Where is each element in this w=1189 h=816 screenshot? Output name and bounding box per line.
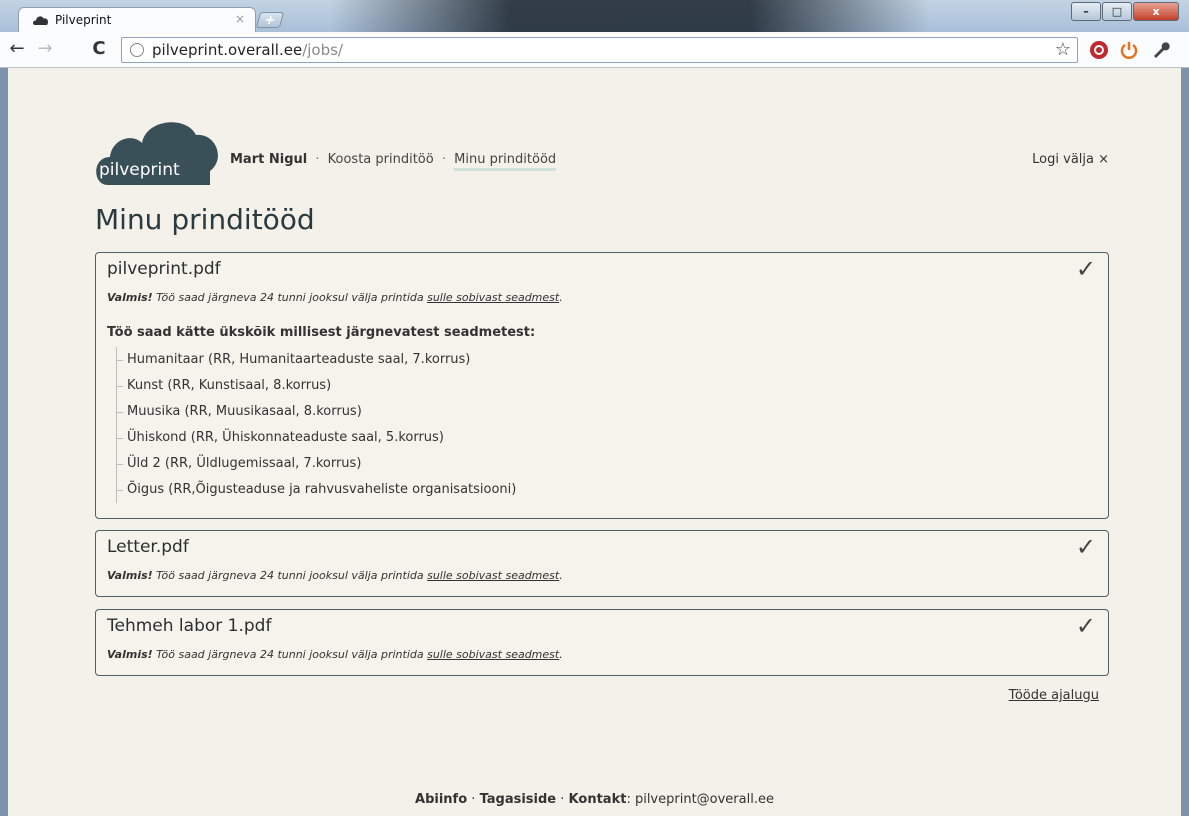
globe-icon — [130, 43, 144, 57]
status-ready: Valmis! — [107, 648, 153, 661]
url-host: pilveprint.overall.ee — [152, 41, 303, 59]
new-tab-button[interactable]: + — [255, 12, 285, 28]
nav-separator: · — [315, 152, 320, 167]
footer: Abiinfo · Tagasiside · Kontakt: pilvepri… — [415, 792, 774, 807]
job-card: Tehmeh labor 1.pdf ✓ Valmis! Töö saad jä… — [95, 609, 1109, 676]
cloud-icon — [33, 16, 49, 25]
device-list: Humanitaar (RR, Humanitaarteaduste saal,… — [116, 347, 516, 503]
status-ready: Valmis! — [107, 569, 153, 582]
status-text: Töö saad järgneva 24 tunni jooksul välja… — [156, 291, 424, 304]
status-ready: Valmis! — [107, 291, 153, 304]
job-card: Letter.pdf ✓ Valmis! Töö saad järgneva 2… — [95, 530, 1109, 597]
page-title: Minu prinditööd — [95, 203, 315, 236]
tab-close-icon[interactable]: × — [235, 12, 245, 26]
logo-text: pilveprint — [99, 160, 180, 180]
check-icon: ✓ — [1075, 612, 1096, 640]
device-item: Muusika (RR, Muusikasaal, 8.korrus) — [117, 399, 516, 425]
job-name: Tehmeh labor 1.pdf — [107, 616, 272, 636]
footer-help-link[interactable]: Abiinfo — [415, 792, 467, 807]
devices-title: Töö saad kätte ükskõik millisest järgnev… — [107, 325, 536, 340]
job-name: pilveprint.pdf — [107, 259, 221, 279]
job-status: Valmis! Töö saad järgneva 24 tunni jooks… — [107, 291, 563, 304]
check-icon: ✓ — [1075, 255, 1096, 283]
device-item: Humanitaar (RR, Humanitaarteaduste saal,… — [117, 347, 516, 373]
device-item: Kunst (RR, Kunstisaal, 8.korrus) — [117, 373, 516, 399]
status-end: . — [559, 291, 563, 304]
logout-link[interactable]: Logi välja × — [1032, 152, 1109, 167]
status-end: . — [559, 648, 563, 661]
maximize-button[interactable]: □ — [1102, 2, 1132, 21]
bookmark-star-icon[interactable]: ☆ — [1055, 39, 1071, 60]
device-item: Ühiskond (RR, Ühiskonnateaduste saal, 5.… — [117, 425, 516, 451]
suitable-device-link[interactable]: sulle sobivast seadmest — [427, 569, 559, 582]
page-viewport: pilveprint Mart Nigul · Koosta prinditöö… — [8, 68, 1181, 816]
back-icon[interactable]: ← — [6, 38, 28, 60]
nav-my-jobs[interactable]: Minu prinditööd — [454, 152, 557, 171]
footer-contact-label: Kontakt — [568, 792, 627, 807]
status-end: . — [559, 569, 563, 582]
job-status: Valmis! Töö saad järgneva 24 tunni jooks… — [107, 569, 563, 582]
job-status: Valmis! Töö saad järgneva 24 tunni jooks… — [107, 648, 563, 661]
device-item: Õigus (RR,Õigusteaduse ja rahvusvahelist… — [117, 477, 516, 503]
window-frame-right — [1181, 68, 1189, 816]
url-path: /jobs/ — [302, 41, 343, 59]
nav-create-job[interactable]: Koosta prinditöö — [328, 152, 434, 167]
job-name: Letter.pdf — [107, 537, 189, 557]
power-icon[interactable] — [1118, 39, 1140, 61]
status-text: Töö saad järgneva 24 tunni jooksul välja… — [156, 569, 424, 582]
footer-contact-email[interactable]: pilveprint@overall.ee — [635, 792, 774, 807]
check-icon: ✓ — [1075, 533, 1096, 561]
nav-separator: · — [441, 152, 446, 167]
minimize-button[interactable]: – — [1071, 2, 1101, 21]
suitable-device-link[interactable]: sulle sobivast seadmest — [427, 291, 559, 304]
footer-feedback-link[interactable]: Tagasiside — [480, 792, 557, 807]
status-text: Töö saad järgneva 24 tunni jooksul välja… — [156, 648, 424, 661]
top-navigation: Mart Nigul · Koosta prinditöö · Minu pri… — [230, 152, 557, 171]
window-controls: – □ x — [1070, 2, 1179, 21]
titlebar-shade — [330, 0, 930, 32]
footer-separator: · — [560, 792, 565, 807]
address-bar[interactable]: pilveprint.overall.ee/jobs/ ☆ — [121, 37, 1078, 63]
browser-tab[interactable]: Pilveprint × — [18, 7, 256, 33]
job-history-link[interactable]: Tööde ajalugu — [1009, 688, 1099, 703]
reload-icon[interactable]: C — [88, 38, 110, 60]
url-text: pilveprint.overall.ee/jobs/ — [152, 41, 343, 59]
device-item: Üld 2 (RR, Üldlugemissaal, 7.korrus) — [117, 451, 516, 477]
browser-toolbar: ← → C pilveprint.overall.ee/jobs/ ☆ — [0, 32, 1189, 68]
wrench-icon[interactable] — [1150, 39, 1172, 61]
forward-icon[interactable]: → — [34, 38, 56, 60]
close-window-button[interactable]: x — [1133, 2, 1179, 21]
window-frame-left — [0, 68, 8, 816]
footer-separator: · — [471, 792, 476, 807]
job-card: pilveprint.pdf ✓ Valmis! Töö saad järgne… — [95, 252, 1109, 519]
suitable-device-link[interactable]: sulle sobivast seadmest — [427, 648, 559, 661]
tab-title: Pilveprint — [55, 13, 112, 27]
stop-extension-icon[interactable] — [1088, 39, 1110, 61]
user-name[interactable]: Mart Nigul — [230, 152, 307, 167]
